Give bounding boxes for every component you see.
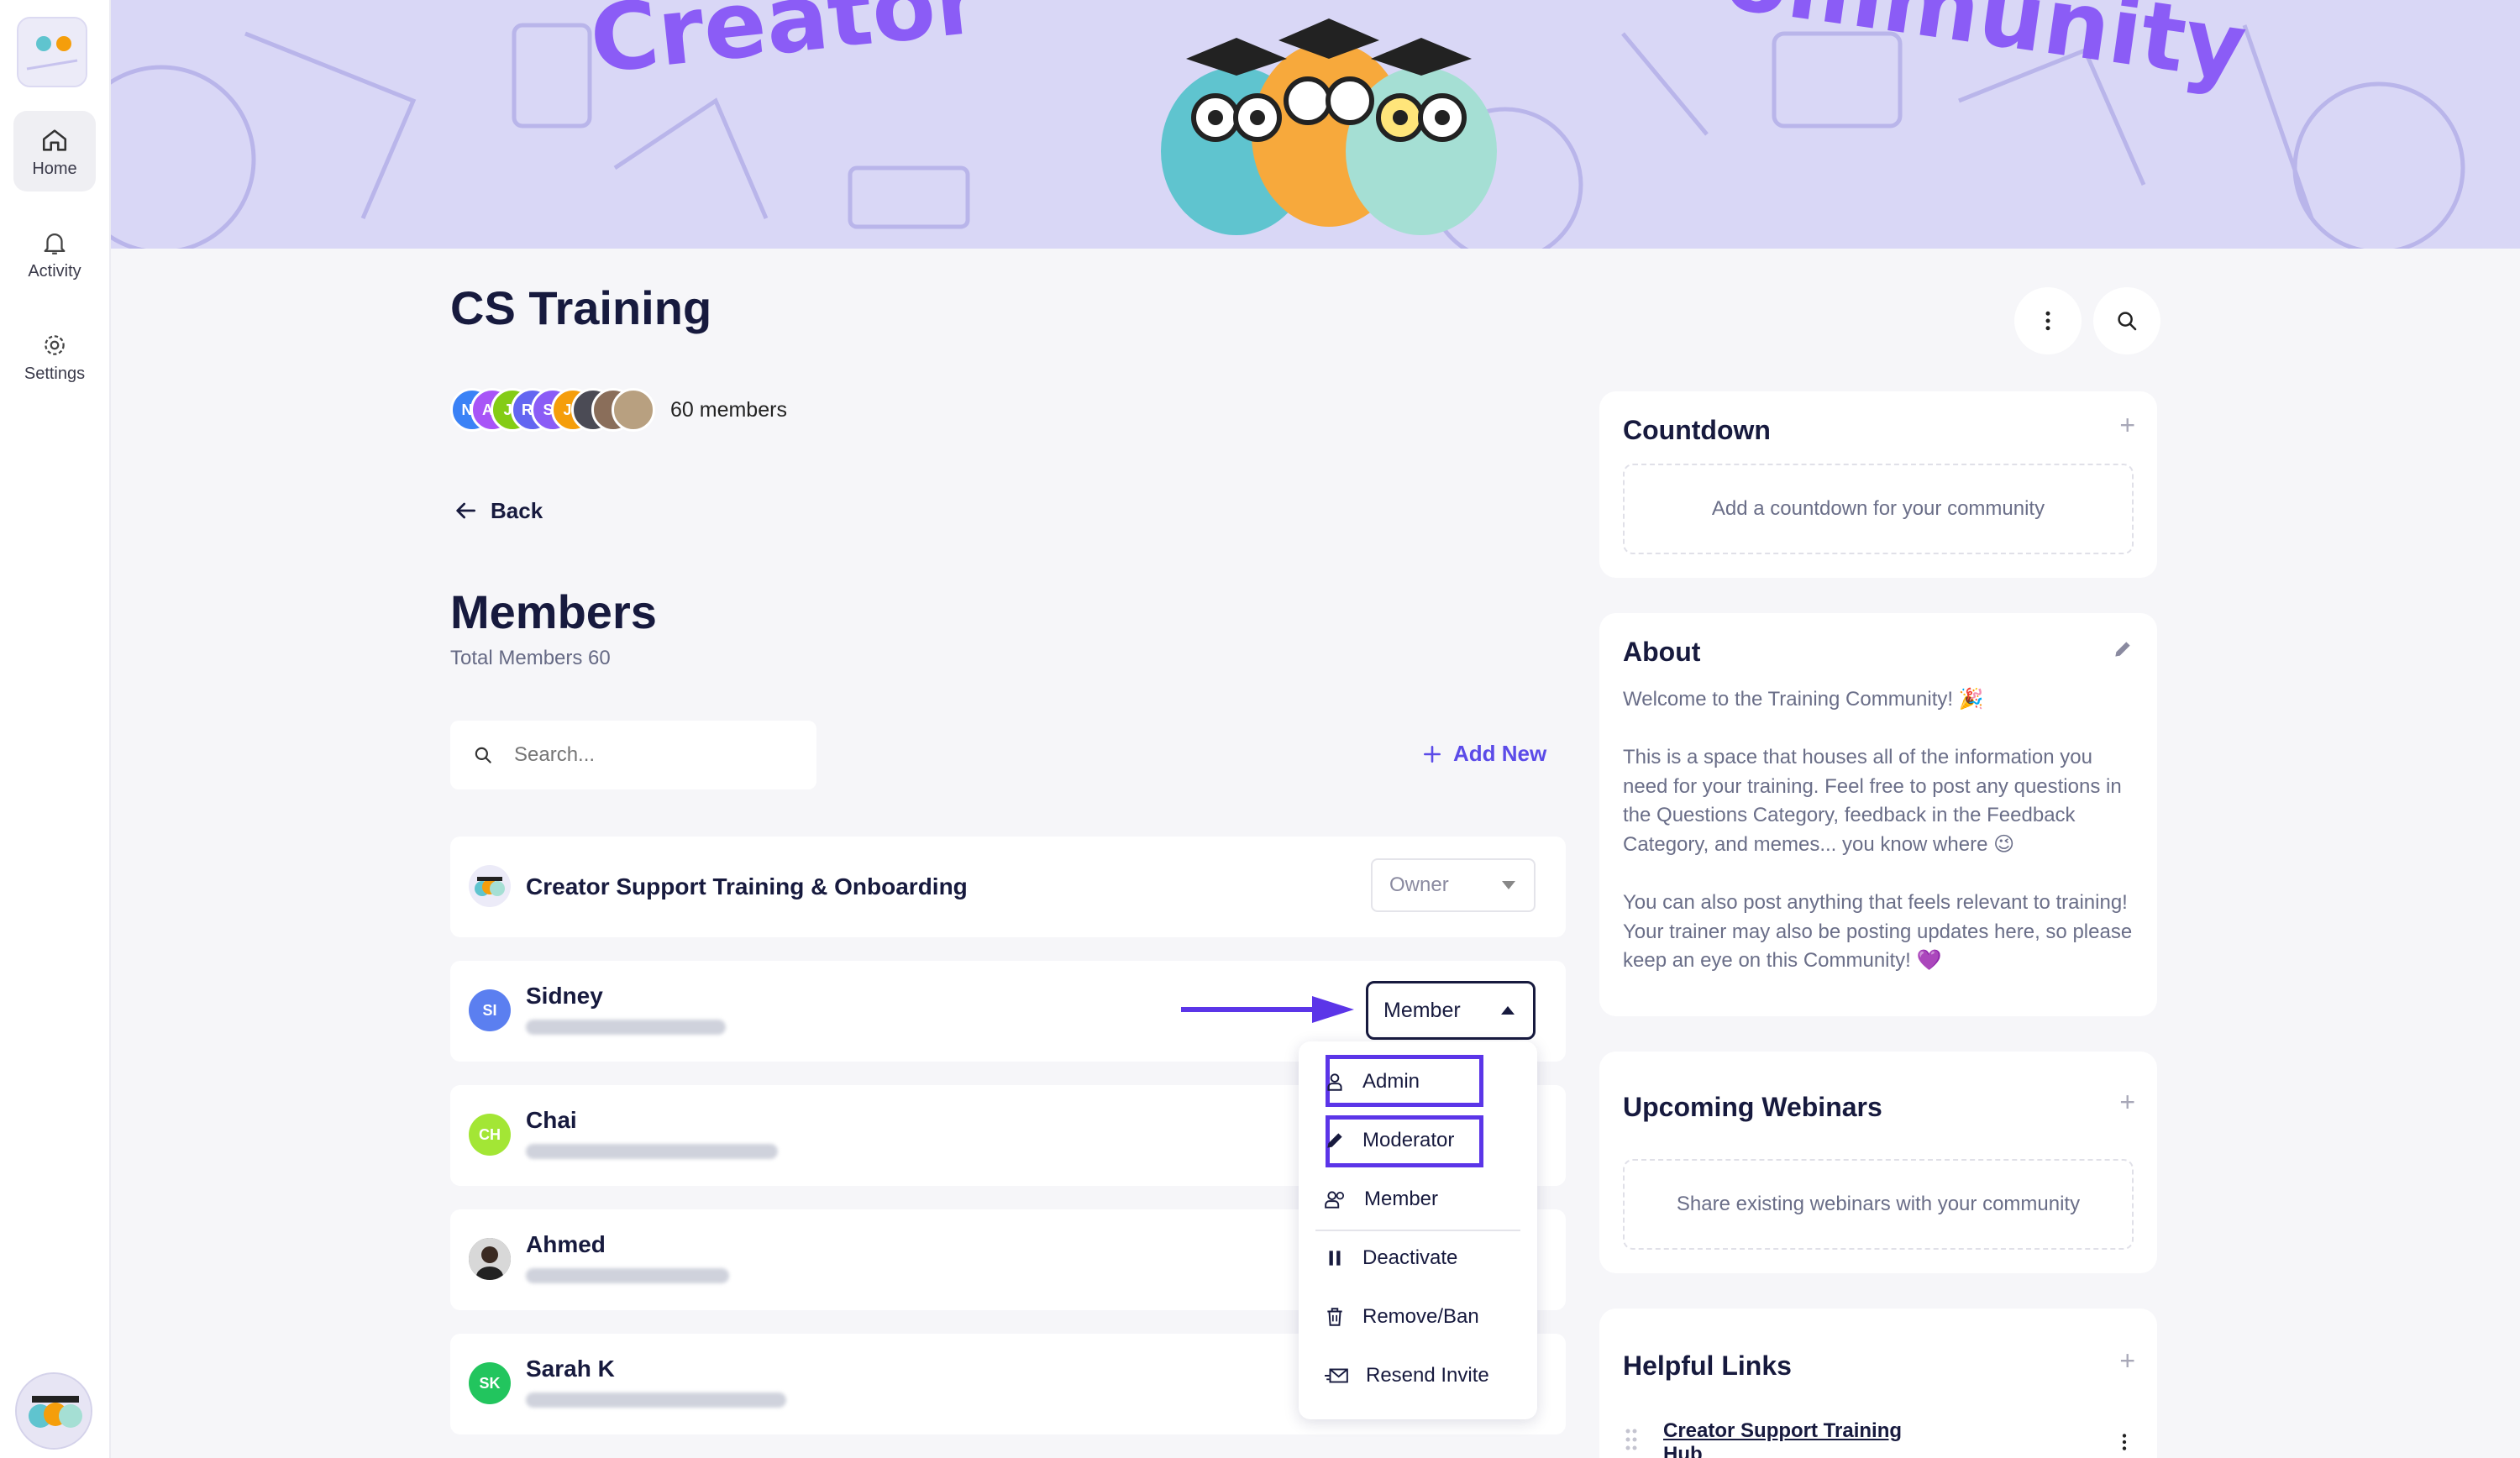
member-row[interactable]: Creator Support Training & Onboarding Ow… — [450, 837, 1566, 937]
about-paragraph: You can also post anything that feels re… — [1623, 891, 2133, 972]
avatar — [469, 865, 511, 907]
add-countdown-button[interactable]: + — [2119, 410, 2135, 441]
countdown-empty-state[interactable]: Add a countdown for your community — [1623, 464, 2134, 554]
webinars-card: Upcoming Webinars + Share existing webin… — [1599, 1052, 2157, 1273]
role-select[interactable]: Member — [1366, 981, 1536, 1040]
member-email-redacted — [526, 1020, 726, 1035]
member-search[interactable] — [450, 721, 816, 789]
menu-divider — [1315, 1230, 1520, 1231]
mail-send-icon — [1325, 1368, 1348, 1383]
sidebar-item-settings[interactable]: Settings — [13, 316, 96, 396]
member-name: Chai — [526, 1107, 577, 1133]
menu-item-label: Moderator — [1362, 1129, 1455, 1151]
total-members: Total Members 60 — [450, 647, 611, 669]
member-email-redacted — [526, 1268, 729, 1283]
helpful-links-title: Helpful Links — [1623, 1350, 1792, 1381]
sidebar-item-label: Home — [32, 160, 77, 178]
sidebar-item-label: Activity — [28, 262, 81, 281]
role-value: Owner — [1389, 873, 1449, 896]
bell-icon — [44, 233, 66, 254]
back-label: Back — [491, 497, 543, 523]
countdown-card: Countdown + Add a countdown for your com… — [1599, 391, 2157, 578]
member-email-redacted — [526, 1392, 786, 1408]
owl-mascots-image — [1161, 18, 1497, 235]
user-icon — [1327, 1073, 1342, 1091]
sidebar-item-activity[interactable]: Activity — [13, 213, 96, 294]
menu-item-remove-ban[interactable]: Remove/Ban — [1324, 1305, 1479, 1329]
member-email-redacted — [526, 1144, 778, 1159]
role-select[interactable]: Owner — [1371, 858, 1536, 912]
edit-pencil-icon[interactable] — [2112, 638, 2134, 660]
community-logo[interactable] — [17, 17, 87, 87]
add-new-button[interactable]: Add New — [1421, 741, 1546, 767]
add-new-label: Add New — [1453, 741, 1547, 766]
back-button[interactable]: Back — [452, 497, 543, 524]
community-banner: Creator ommunity — [111, 0, 2520, 249]
annotation-arrow — [1181, 996, 1354, 1023]
about-title: About — [1623, 637, 1701, 667]
menu-item-label: Admin — [1362, 1070, 1420, 1093]
gear-icon — [45, 335, 65, 355]
plus-icon — [1424, 745, 1441, 763]
menu-item-member[interactable]: Member — [1324, 1188, 1438, 1211]
chevron-up-icon — [1501, 1006, 1515, 1015]
member-name: Sidney — [526, 983, 603, 1009]
webinars-empty-state[interactable]: Share existing webinars with your commun… — [1623, 1159, 2134, 1250]
menu-item-label: Deactivate — [1362, 1246, 1458, 1269]
search-input[interactable] — [514, 743, 783, 767]
search-icon — [2118, 312, 2137, 331]
search-button[interactable] — [2093, 287, 2160, 354]
avatar: SK — [469, 1362, 511, 1404]
sidebar-item-label: Settings — [24, 364, 86, 383]
add-link-button[interactable]: + — [2119, 1345, 2135, 1377]
member-name: Sarah K — [526, 1356, 615, 1382]
avatar: CH — [469, 1114, 511, 1156]
members-heading: Members — [450, 585, 657, 638]
helpful-link[interactable]: Creator Support Training Hub — [1663, 1419, 1932, 1458]
about-intro: Welcome to the Training Community! 🎉 — [1623, 688, 1984, 711]
more-options-button[interactable] — [2014, 287, 2082, 354]
about-card: About Welcome to the Training Community!… — [1599, 613, 2157, 1016]
search-icon — [475, 747, 491, 763]
members-count[interactable]: 60 members — [670, 398, 787, 422]
drag-handle-icon[interactable] — [1625, 1428, 1638, 1455]
arrow-left-icon — [456, 502, 475, 519]
menu-item-resend-invite[interactable]: Resend Invite — [1324, 1364, 1489, 1387]
sidebar: Home Activity Settings — [0, 0, 111, 1458]
role-dropdown-menu: Admin Moderator Member Deactivate Remove… — [1299, 1041, 1537, 1419]
menu-item-moderator[interactable]: Moderator — [1324, 1129, 1454, 1152]
menu-item-deactivate[interactable]: Deactivate — [1324, 1246, 1457, 1270]
about-paragraph: This is a space that houses all of the i… — [1623, 746, 2122, 856]
users-icon — [1325, 1191, 1345, 1209]
pause-icon — [1329, 1251, 1341, 1266]
avatar: SI — [469, 989, 511, 1031]
menu-item-label: Member — [1364, 1188, 1439, 1210]
link-options-icon[interactable] — [2113, 1429, 2135, 1455]
avatar-photo — [612, 388, 655, 432]
menu-item-admin[interactable]: Admin — [1324, 1070, 1420, 1094]
member-name: Ahmed — [526, 1231, 606, 1257]
add-webinar-button[interactable]: + — [2119, 1087, 2135, 1118]
home-icon — [42, 129, 67, 151]
role-value: Member — [1383, 998, 1461, 1022]
sidebar-item-home[interactable]: Home — [13, 111, 96, 191]
menu-item-label: Resend Invite — [1366, 1364, 1489, 1387]
more-vertical-icon — [2045, 311, 2050, 331]
countdown-title: Countdown — [1623, 415, 1771, 445]
helpful-links-card: Helpful Links + Creator Support Training… — [1599, 1309, 2157, 1458]
avatar — [469, 1238, 511, 1280]
user-avatar[interactable] — [15, 1372, 92, 1450]
member-avatar-stack[interactable]: NP AL JL RA ST JU — [450, 388, 660, 432]
pencil-icon — [1327, 1133, 1342, 1148]
trash-icon — [1327, 1308, 1342, 1326]
page-title: CS Training — [450, 281, 712, 334]
webinars-title: Upcoming Webinars — [1623, 1092, 1882, 1122]
menu-item-label: Remove/Ban — [1362, 1305, 1479, 1328]
chevron-down-icon — [1502, 881, 1515, 889]
member-name: Creator Support Training & Onboarding — [526, 873, 968, 899]
